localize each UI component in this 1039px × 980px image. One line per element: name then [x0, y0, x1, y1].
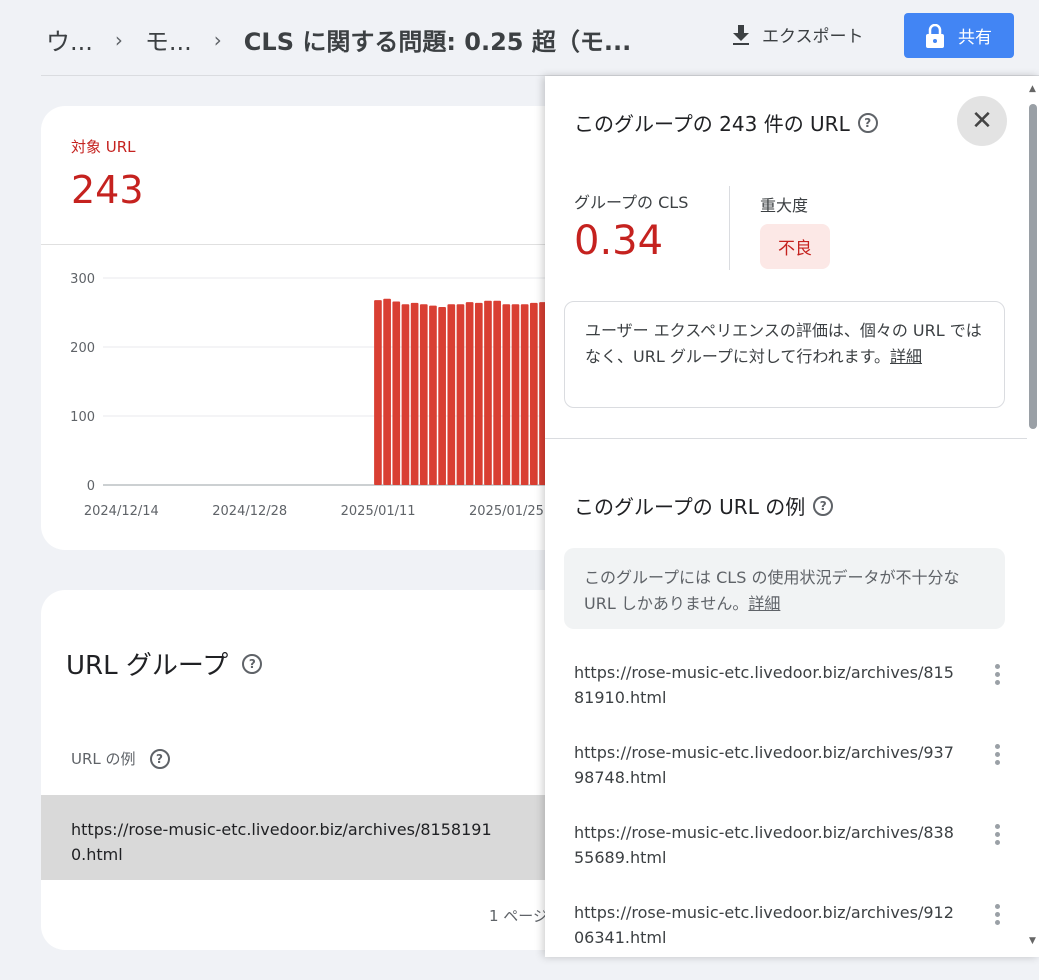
bar — [511, 304, 520, 485]
bar — [502, 304, 511, 485]
more-vert-icon[interactable] — [995, 664, 1001, 685]
examples-title-text: このグループの URL の例 — [574, 495, 806, 519]
url-list: https://rose-music-etc.livedoor.biz/arch… — [574, 660, 1014, 980]
close-button[interactable]: ✕ — [957, 96, 1007, 146]
more-vert-icon[interactable] — [995, 824, 1001, 845]
bar — [374, 300, 382, 485]
scrollbar[interactable]: ▲ ▼ — [1027, 76, 1039, 957]
y-tick-label: 0 — [87, 479, 95, 494]
y-tick-label: 300 — [70, 272, 95, 287]
column-header: URL の例? — [71, 748, 170, 769]
bar — [474, 302, 483, 485]
bar — [484, 300, 492, 485]
affected-urls-value: 243 — [71, 168, 144, 212]
bar — [456, 304, 465, 485]
export-label: エクスポート — [762, 27, 864, 47]
share-label: 共有 — [958, 28, 992, 48]
info-box: ユーザー エクスペリエンスの評価は、個々の URL ではなく、URL グループに… — [564, 301, 1005, 408]
bar — [410, 302, 419, 485]
x-tick-label: 2025/01/25 — [469, 504, 544, 519]
divider — [545, 438, 1027, 439]
scroll-up-icon[interactable]: ▲ — [1029, 84, 1036, 94]
close-icon: ✕ — [971, 106, 993, 136]
bar — [520, 304, 529, 485]
bar — [392, 301, 401, 485]
x-tick-label: 2025/01/11 — [341, 504, 416, 519]
panel-title-text: このグループの 243 件の URL — [574, 112, 850, 136]
severity-label: 重大度 — [760, 196, 809, 215]
x-tick-label: 2024/12/14 — [84, 504, 159, 519]
bar — [529, 302, 538, 485]
column-header-text: URL の例 — [71, 750, 136, 768]
breadcrumb-item[interactable]: ウ... — [46, 22, 93, 57]
lock-icon — [926, 23, 944, 48]
pagination-label: 1 ページ — [489, 907, 549, 925]
url-text: https://rose-music-etc.livedoor.biz/arch… — [574, 663, 954, 707]
group-cls-label: グループの CLS — [574, 193, 689, 212]
help-icon[interactable]: ? — [813, 495, 834, 516]
url-text: https://rose-music-etc.livedoor.biz/arch… — [574, 743, 954, 787]
info-text: ユーザー エクスペリエンスの評価は、個々の URL ではなく、URL グループに… — [585, 321, 982, 366]
bar — [401, 304, 410, 485]
breadcrumb: ウ... › モ... › CLS に関する問題: 0.25 超（モ... — [46, 22, 631, 57]
breadcrumb-current: CLS に関する問題: 0.25 超（モ... — [243, 28, 632, 56]
insufficient-data-note: このグループには CLS の使用状況データが不十分な URL しかありません。詳… — [564, 548, 1005, 629]
list-item[interactable]: https://rose-music-etc.livedoor.biz/arch… — [574, 900, 1014, 980]
share-button[interactable]: 共有 — [904, 13, 1014, 58]
url-groups-title: URL グループ? — [66, 645, 263, 682]
download-icon — [733, 24, 749, 45]
help-icon[interactable]: ? — [857, 112, 878, 133]
info-details-link[interactable]: 詳細 — [890, 347, 922, 366]
chevron-right-icon: › — [114, 27, 123, 52]
scroll-down-icon[interactable]: ▼ — [1029, 936, 1036, 946]
examples-title: このグループの URL の例? — [574, 491, 834, 520]
panel-title: このグループの 243 件の URL? — [574, 108, 878, 137]
list-item[interactable]: https://rose-music-etc.livedoor.biz/arch… — [574, 660, 1014, 740]
bar — [419, 304, 428, 485]
breadcrumb-item[interactable]: モ... — [145, 22, 192, 57]
chevron-right-icon: › — [213, 27, 222, 52]
bar — [438, 306, 446, 485]
list-item[interactable]: https://rose-music-etc.livedoor.biz/arch… — [574, 820, 1014, 900]
note-details-link[interactable]: 詳細 — [748, 594, 780, 613]
bar — [465, 302, 474, 485]
export-button[interactable]: エクスポート — [732, 22, 864, 47]
bar — [383, 298, 391, 485]
more-vert-icon[interactable] — [995, 904, 1001, 925]
url-groups-title-text: URL グループ — [66, 651, 229, 681]
details-panel: このグループの 243 件の URL? ✕ グループの CLS 0.34 重大度… — [545, 76, 1039, 957]
bar — [493, 300, 501, 485]
x-tick-label: 2024/12/28 — [212, 504, 287, 519]
bar — [447, 304, 456, 485]
help-icon[interactable]: ? — [242, 653, 263, 674]
bar — [429, 305, 437, 485]
severity-badge: 不良 — [760, 224, 830, 269]
list-item[interactable]: https://rose-music-etc.livedoor.biz/arch… — [574, 740, 1014, 820]
affected-urls-label: 対象 URL — [71, 138, 136, 156]
scrollbar-thumb[interactable] — [1029, 104, 1037, 429]
y-tick-label: 100 — [70, 410, 95, 425]
group-cls-value: 0.34 — [574, 218, 664, 264]
help-icon[interactable]: ? — [149, 748, 170, 769]
y-tick-label: 200 — [70, 341, 95, 356]
url-text: https://rose-music-etc.livedoor.biz/arch… — [574, 823, 954, 867]
row-url: https://rose-music-etc.livedoor.biz/arch… — [71, 820, 492, 864]
header: ウ... › モ... › CLS に関する問題: 0.25 超（モ... エク… — [0, 0, 1039, 76]
url-text: https://rose-music-etc.livedoor.biz/arch… — [574, 903, 954, 947]
more-vert-icon[interactable] — [995, 744, 1001, 765]
divider — [729, 186, 730, 270]
